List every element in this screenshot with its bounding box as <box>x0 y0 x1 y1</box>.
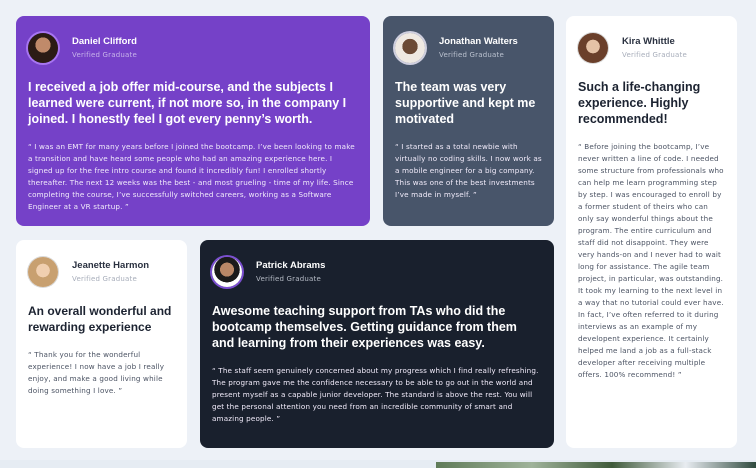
card-header: Jeanette Harmon Verified Graduate <box>28 256 175 288</box>
testimonial-card-jonathan: Jonathan Walters Verified Graduate The t… <box>383 16 554 226</box>
verified-badge: Verified Graduate <box>72 274 137 283</box>
avatar <box>212 257 242 287</box>
card-header: Kira Whittle Verified Graduate <box>578 32 725 64</box>
verified-badge: Verified Graduate <box>72 50 137 59</box>
card-header: Patrick Abrams Verified Graduate <box>212 256 542 288</box>
testimonial-card-patrick: Patrick Abrams Verified Graduate Awesome… <box>200 240 554 448</box>
verified-badge: Verified Graduate <box>439 50 504 59</box>
testimonial-headline: An overall wonderful and rewarding exper… <box>28 304 172 334</box>
testimonial-headline: I received a job offer mid-course, and t… <box>28 80 347 126</box>
author-name: Jeanette Harmon <box>72 259 150 271</box>
verified-badge: Verified Graduate <box>622 50 687 59</box>
testimonial-quote: “ I was an EMT for many years before I j… <box>28 142 355 211</box>
testimonial-headline: Awesome teaching support from TAs who di… <box>212 304 517 350</box>
avatar <box>395 33 425 63</box>
avatar <box>28 257 58 287</box>
testimonial-card-jeanette: Jeanette Harmon Verified Graduate An ove… <box>16 240 187 448</box>
author-name: Daniel Clifford <box>72 35 137 47</box>
author-name: Jonathan Walters <box>439 35 518 47</box>
testimonial-quote: “ The staff seem genuinely concerned abo… <box>212 366 539 423</box>
background-image-strip <box>436 462 756 468</box>
card-header: Daniel Clifford Verified Graduate <box>28 32 358 64</box>
avatar <box>578 33 608 63</box>
author-name: Kira Whittle <box>622 35 675 47</box>
testimonial-headline: Such a life-changing experience. Highly … <box>578 80 701 126</box>
testimonial-card-kira: Kira Whittle Verified Graduate Such a li… <box>566 16 737 448</box>
card-header: Jonathan Walters Verified Graduate <box>395 32 542 64</box>
testimonial-quote: “ Before joining the bootcamp, I’ve neve… <box>578 142 724 379</box>
testimonial-card-daniel: Daniel Clifford Verified Graduate I rece… <box>16 16 370 226</box>
testimonial-quote: “ Thank you for the wonderful experience… <box>28 350 165 395</box>
avatar <box>28 33 58 63</box>
testimonial-quote: “ I started as a total newbie with virtu… <box>395 142 542 199</box>
testimonial-headline: The team was very supportive and kept me… <box>395 80 536 126</box>
verified-badge: Verified Graduate <box>256 274 321 283</box>
testimonials-grid: Daniel Clifford Verified Graduate I rece… <box>0 0 756 460</box>
author-name: Patrick Abrams <box>256 259 326 271</box>
